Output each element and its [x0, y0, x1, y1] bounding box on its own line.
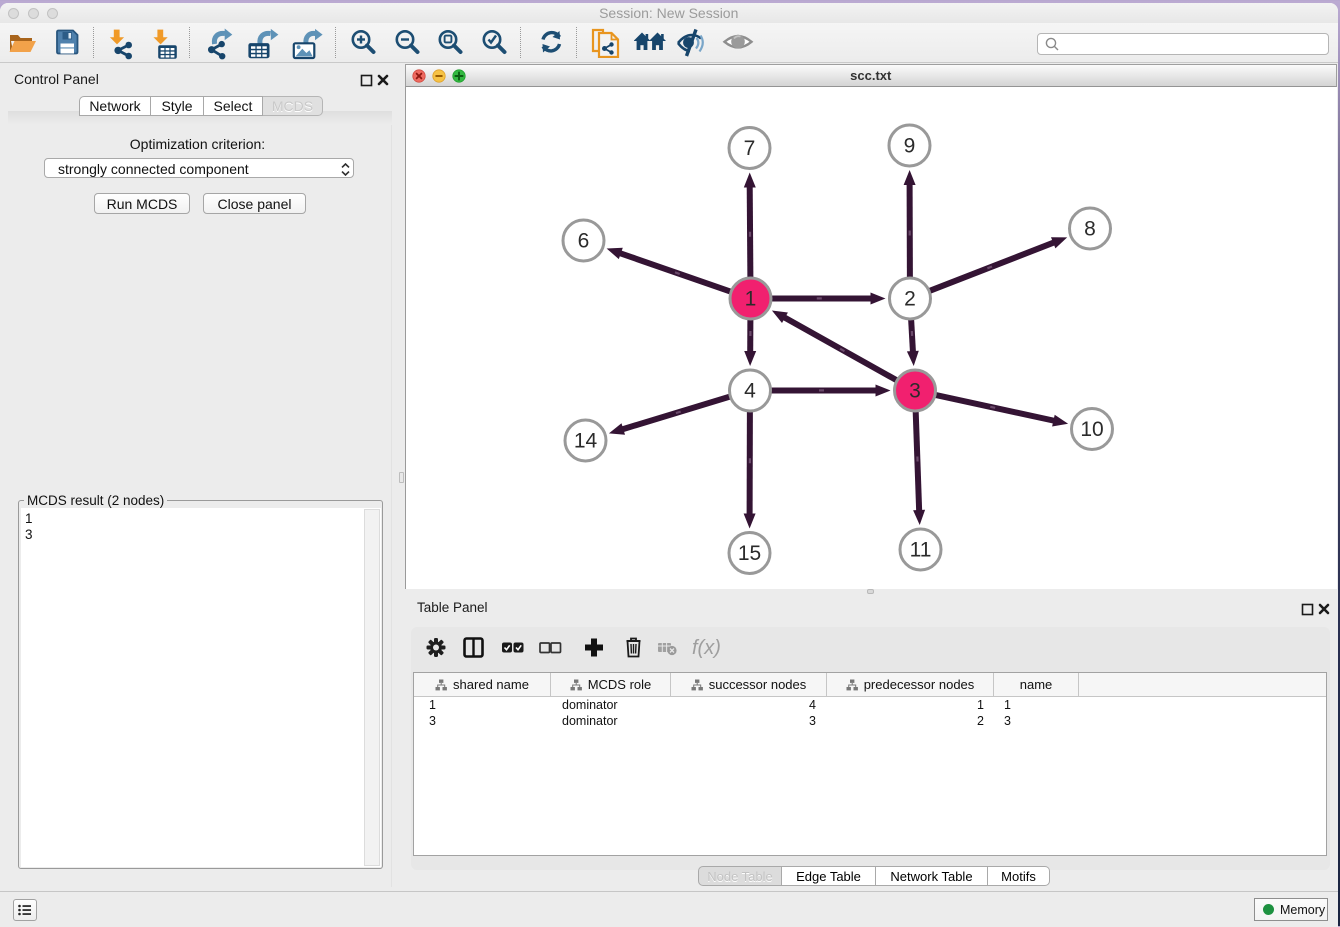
svg-text:9: 9: [904, 134, 916, 157]
svg-text:8: 8: [1084, 217, 1096, 240]
svg-text:2: 2: [904, 287, 916, 310]
svg-text:10: 10: [1080, 418, 1103, 441]
svg-text:4: 4: [744, 379, 756, 402]
svg-text:6: 6: [578, 229, 590, 252]
svg-text:7: 7: [744, 137, 756, 160]
svg-text:11: 11: [910, 538, 932, 561]
svg-text:15: 15: [738, 542, 761, 565]
svg-text:1: 1: [745, 287, 757, 310]
svg-text:f(x): f(x): [692, 637, 721, 659]
svg-text:14: 14: [574, 429, 598, 452]
svg-text:3: 3: [909, 379, 921, 402]
